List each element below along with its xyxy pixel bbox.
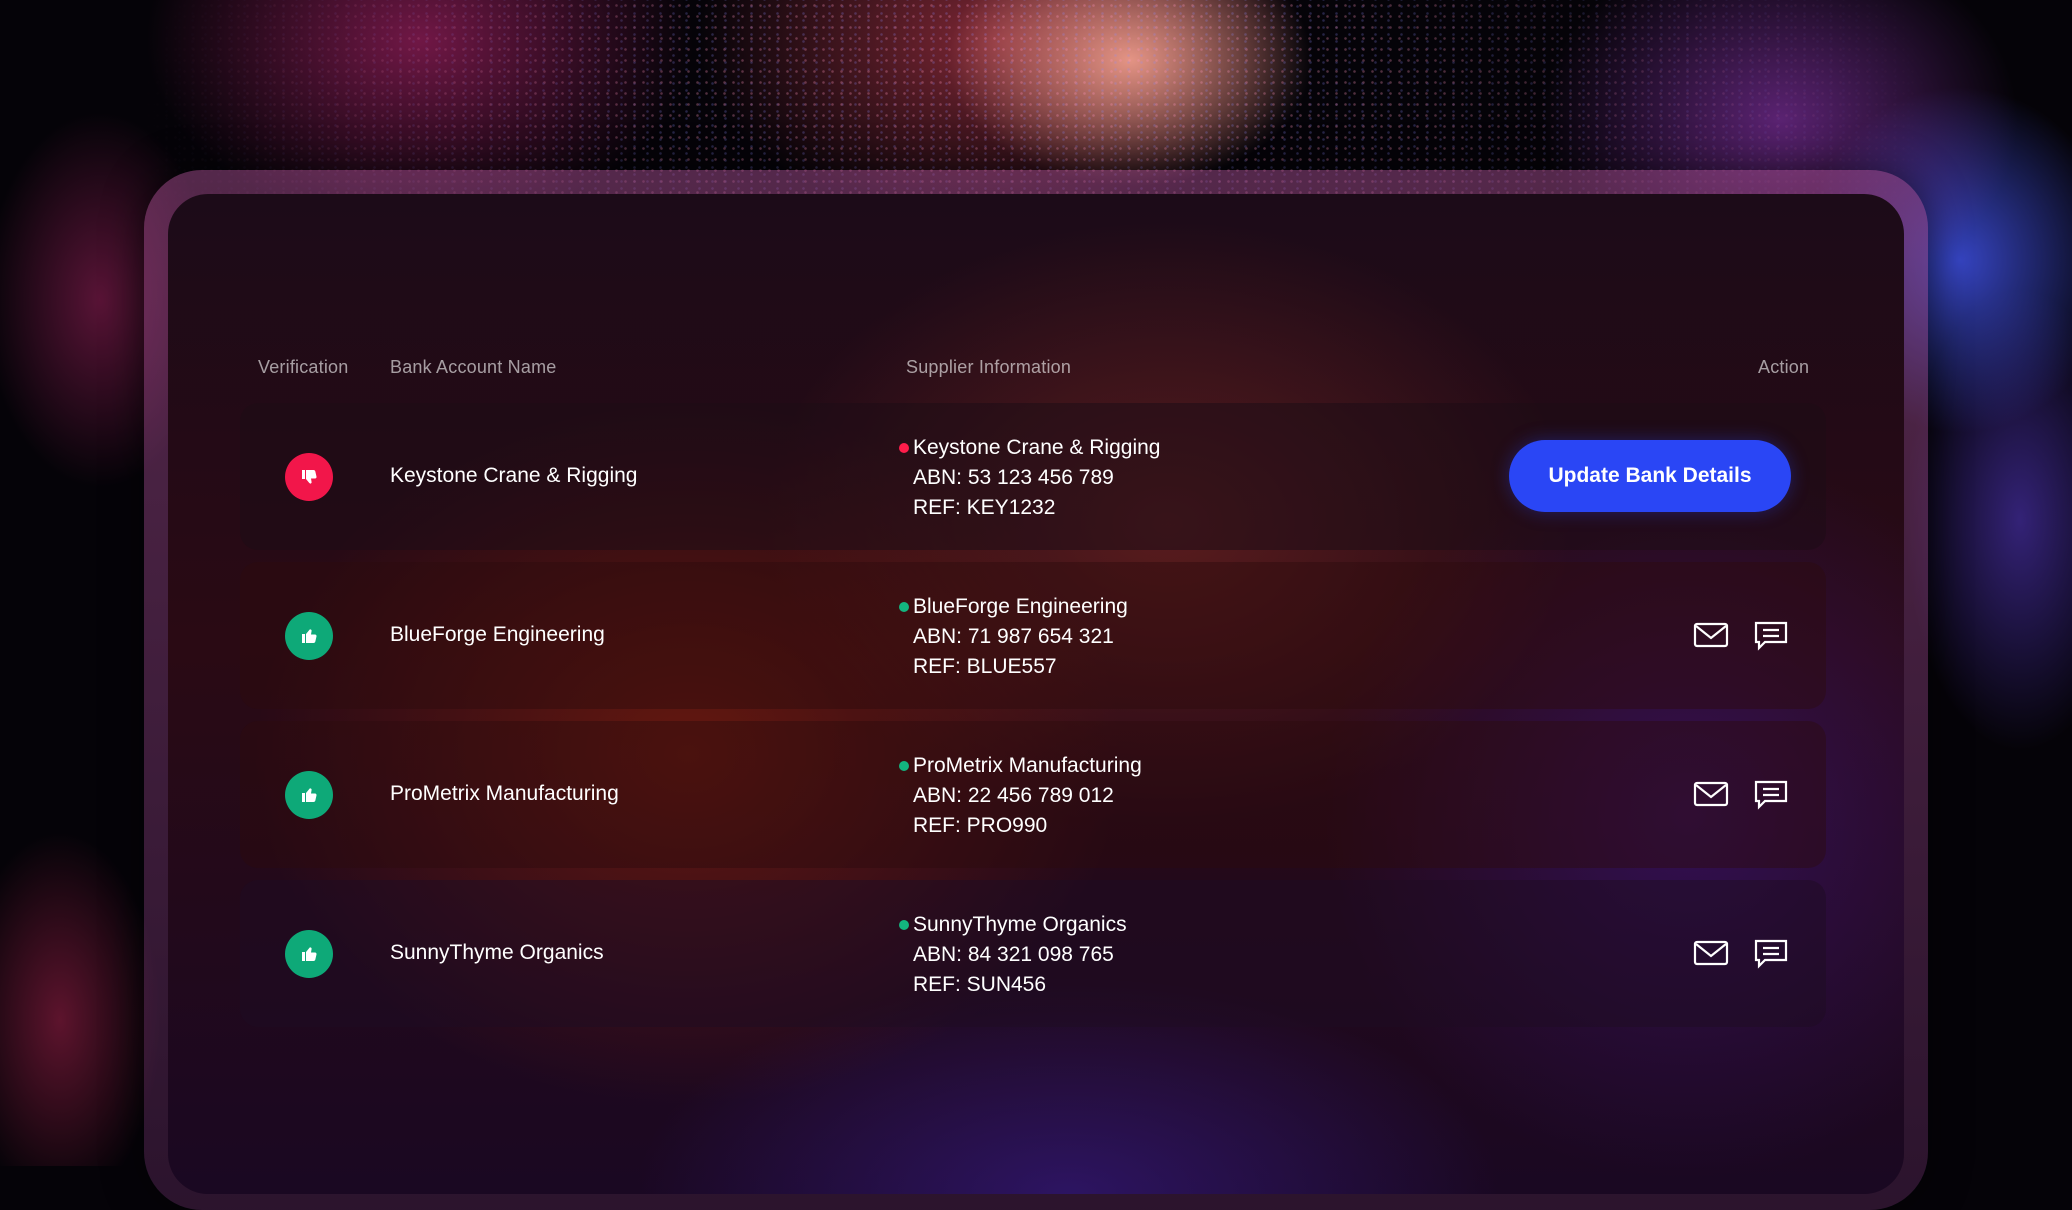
supplier-info: BlueForge Engineering ABN: 71 987 654 32… <box>899 592 1128 682</box>
supplier-abn: ABN: 53 123 456 789 <box>913 466 1114 489</box>
bank-account-name: ProMetrix Manufacturing <box>390 782 619 805</box>
status-dot-verified <box>899 920 909 930</box>
verification-verified-badge <box>285 612 333 660</box>
table-row: BlueForge Engineering BlueForge Engineer… <box>240 562 1826 709</box>
supplier-info: Keystone Crane & Rigging ABN: 53 123 456… <box>899 433 1161 523</box>
table-row: Keystone Crane & Rigging Keystone Crane … <box>240 403 1826 550</box>
supplier-name: ProMetrix Manufacturing <box>913 754 1142 777</box>
chat-icon[interactable] <box>1752 778 1790 810</box>
supplier-name: BlueForge Engineering <box>913 595 1128 618</box>
header-bank-account-name: Bank Account Name <box>390 357 557 377</box>
supplier-info: SunnyThyme Organics ABN: 84 321 098 765 … <box>899 910 1127 1000</box>
chat-icon[interactable] <box>1752 619 1790 651</box>
mail-icon[interactable] <box>1692 778 1730 810</box>
supplier-info: ProMetrix Manufacturing ABN: 22 456 789 … <box>899 751 1142 841</box>
supplier-abn: ABN: 84 321 098 765 <box>913 943 1114 966</box>
verification-verified-badge <box>285 930 333 978</box>
bank-account-name: BlueForge Engineering <box>390 623 605 646</box>
status-dot-verified <box>899 761 909 771</box>
verification-rejected-badge <box>285 453 333 501</box>
supplier-abn: ABN: 22 456 789 012 <box>913 784 1114 807</box>
verification-verified-badge <box>285 771 333 819</box>
supplier-ref: REF: BLUE557 <box>913 655 1057 678</box>
table-row: ProMetrix Manufacturing ProMetrix Manufa… <box>240 721 1826 868</box>
header-verification: Verification <box>258 357 349 377</box>
update-bank-details-button[interactable]: Update Bank Details <box>1509 440 1791 512</box>
supplier-name: Keystone Crane & Rigging <box>913 436 1161 459</box>
supplier-ref: REF: SUN456 <box>913 973 1047 996</box>
thumbs-up-icon <box>302 788 317 802</box>
bank-account-name: Keystone Crane & Rigging <box>390 464 638 487</box>
header-supplier-information: Supplier Information <box>906 357 1072 377</box>
thumbs-down-icon <box>302 470 317 484</box>
supplier-name: SunnyThyme Organics <box>913 913 1127 936</box>
supplier-ref: REF: PRO990 <box>913 814 1048 837</box>
status-dot-verified <box>899 602 909 612</box>
thumbs-up-icon <box>302 947 317 961</box>
supplier-ref: REF: KEY1232 <box>913 496 1056 519</box>
chat-icon[interactable] <box>1752 937 1790 969</box>
status-dot-unverified <box>899 443 909 453</box>
mail-icon[interactable] <box>1692 619 1730 651</box>
mail-icon[interactable] <box>1692 937 1730 969</box>
table-row: SunnyThyme Organics SunnyThyme Organics … <box>240 880 1826 1027</box>
header-action: Action <box>1758 357 1810 377</box>
thumbs-up-icon <box>302 629 317 643</box>
supplier-abn: ABN: 71 987 654 321 <box>913 625 1114 648</box>
bank-account-name: SunnyThyme Organics <box>390 941 604 964</box>
